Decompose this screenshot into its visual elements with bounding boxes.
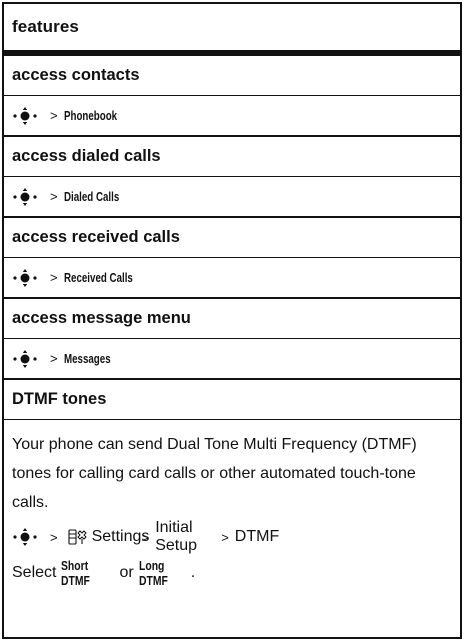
feature-title-row: access contacts [4,56,460,96]
table-header: features [4,4,460,56]
feature-path-row: > Phonebook [4,96,460,137]
menu-path-settings: Settings [91,528,150,545]
feature-title-row: DTMF tones [4,380,460,420]
feature-title-row: access message menu [4,299,460,339]
navigation-key-icon [12,349,38,368]
path-separator: > [50,270,58,285]
menu-path-dtmf: DTMF [234,528,280,545]
feature-title: access dialed calls [12,147,161,165]
select-prefix: Select [12,564,57,581]
dtmf-path: > Settings > Initial Setup > DTMF [12,519,452,554]
feature-title: access received calls [12,228,180,246]
option-long-dtmf: Long DTMF [138,558,168,588]
path-separator: > [141,529,150,545]
menu-path: Messages [63,351,111,366]
path-separator: > [221,529,229,545]
feature-path-row: > Messages [4,339,460,380]
path-separator: > [50,351,58,366]
dtmf-select-line: Select Short DTMF or Long DTMF . [12,557,452,589]
feature-title: access contacts [12,66,140,84]
path-separator: > [50,108,58,123]
menu-path: Phonebook [63,108,117,123]
feature-title: access message menu [12,309,191,327]
feature-path-row: > Received Calls [4,258,460,299]
menu-path: Dialed Calls [63,189,119,204]
path-separator: > [50,189,58,204]
navigation-key-icon [12,528,38,546]
feature-title-row: access received calls [4,218,460,258]
navigation-key-icon [12,106,38,125]
feature-path-row: > Dialed Calls [4,177,460,218]
dtmf-content: Your phone can send Dual Tone Multi Freq… [4,420,460,589]
path-separator: > [50,529,58,545]
features-table: features access contacts > Phonebook acc… [2,2,462,639]
dtmf-description: Your phone can send Dual Tone Multi Freq… [12,436,417,511]
feature-title-row: access dialed calls [4,137,460,177]
menu-path-initial-setup: Initial Setup [155,519,197,554]
header-title: features [12,17,79,36]
menu-path: Received Calls [63,270,133,285]
settings-icon [68,529,88,545]
navigation-key-icon [12,187,38,206]
option-short-dtmf: Short DTMF [61,558,91,588]
page: features access contacts > Phonebook acc… [0,0,464,641]
navigation-key-icon [12,268,38,287]
or-word: or [119,564,134,581]
feature-title: DTMF tones [12,390,107,408]
sentence-period: . [190,564,196,581]
